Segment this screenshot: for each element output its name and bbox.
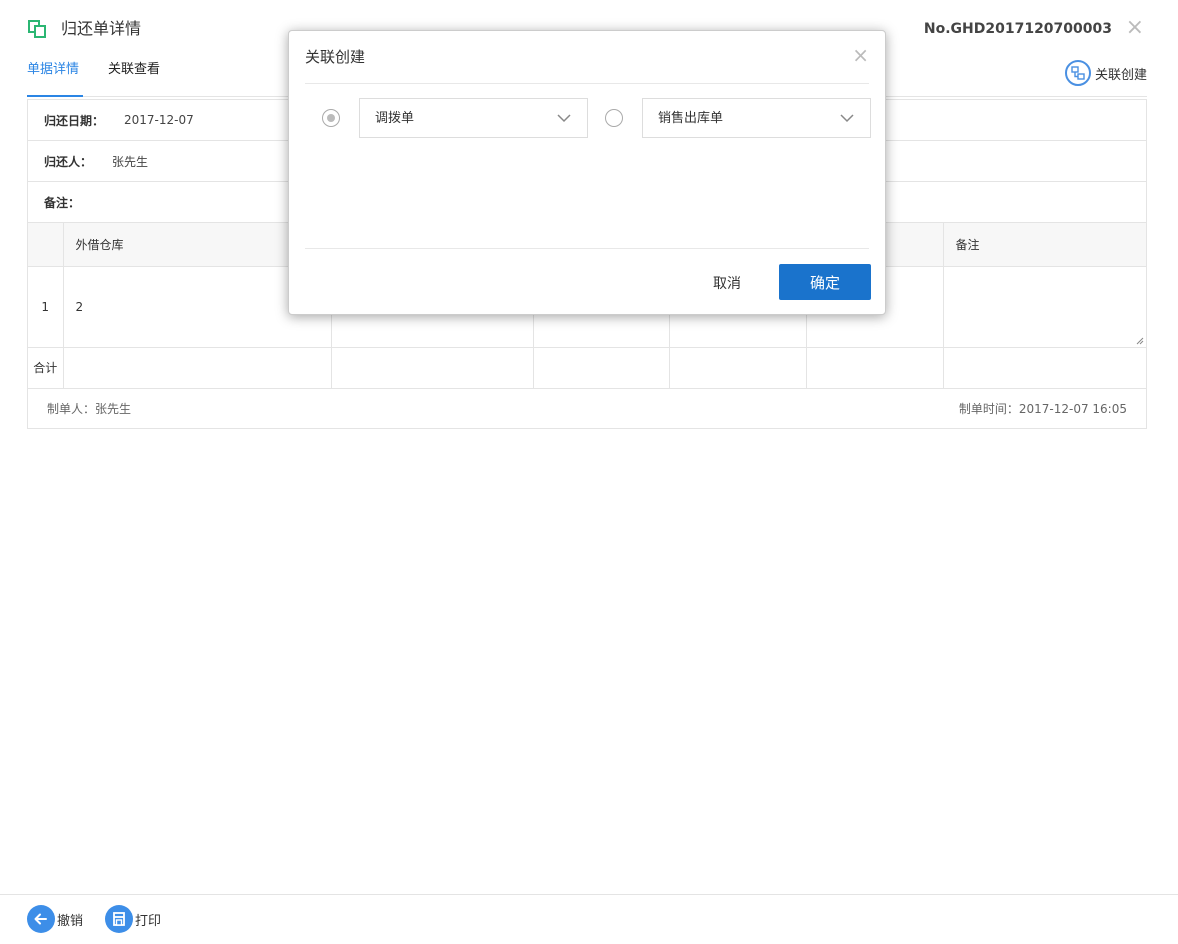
print-button[interactable]: 打印 (105, 905, 161, 933)
total-label: 合计 (28, 347, 64, 389)
total-cell (669, 347, 807, 389)
option-2-selected-value: 销售出库单 (658, 111, 724, 126)
tab-related-view[interactable]: 关联查看 (108, 60, 160, 80)
revoke-button[interactable]: 撤销 (27, 905, 83, 933)
created-time-text: 制单时间：2017-12-07 16:05 (958, 401, 1127, 416)
option-1-radio[interactable] (322, 109, 340, 127)
revoke-label: 撤销 (57, 913, 84, 929)
total-cell (331, 347, 534, 389)
option-2-select[interactable]: 销售出库单 (642, 98, 871, 138)
confirm-button[interactable]: 确定 (779, 264, 871, 300)
total-row: 合计 (28, 347, 1146, 389)
creator-text: 制单人：张先生 (47, 401, 132, 416)
chevron-down-icon (557, 114, 571, 123)
option-2-radio[interactable] (605, 109, 623, 127)
cell-remark[interactable] (943, 266, 1146, 348)
dialog-footer-divider (305, 248, 869, 249)
document-number: No.GHD2017120700003 (923, 21, 1112, 37)
total-cell (806, 347, 944, 389)
document-copy-icon (28, 20, 46, 38)
total-cell (943, 347, 1146, 389)
dialog-divider (305, 83, 869, 84)
resize-handle-icon[interactable] (1136, 337, 1144, 345)
link-create-icon (1064, 60, 1091, 86)
tab-document-details[interactable]: 单据详情 (27, 60, 83, 97)
returner-label: 归还人： (44, 154, 93, 169)
arrow-left-icon (27, 905, 55, 933)
return-date-value: 2017-12-07 (124, 113, 194, 127)
bottom-action-bar: 撤销 打印 (0, 894, 1178, 944)
option-1-select[interactable]: 调拨单 (359, 98, 588, 138)
returner-value: 张先生 (112, 154, 149, 169)
related-create-label: 关联创建 (1094, 67, 1147, 83)
column-header-remark: 备注 (943, 223, 1146, 267)
page: 归还单详情 No.GHD2017120700003 × 单据详情 关联查看 关联… (0, 0, 1178, 944)
chevron-down-icon (840, 114, 854, 123)
cancel-button[interactable]: 取消 (713, 274, 741, 294)
row-index: 1 (28, 266, 64, 348)
option-1-selected-value: 调拨单 (375, 111, 415, 126)
print-label: 打印 (135, 913, 162, 929)
related-create-button[interactable]: 关联创建 (1064, 60, 1147, 86)
document-footer: 制单人：张先生 制单时间：2017-12-07 16:05 (28, 389, 1146, 428)
return-date-label: 归还日期： (44, 113, 105, 128)
printer-icon (105, 905, 133, 933)
column-header-index (28, 223, 64, 267)
total-cell (533, 347, 670, 389)
total-cell (63, 347, 332, 389)
dialog-title: 关联创建 (305, 48, 366, 66)
dialog-close-icon[interactable]: × (852, 43, 869, 67)
close-icon[interactable]: × (1126, 16, 1144, 40)
remark-label: 备注： (44, 195, 81, 210)
page-title: 归还单详情 (61, 19, 142, 38)
related-create-dialog: 关联创建 × 调拨单 销售出库单 取消 确定 (288, 30, 886, 315)
